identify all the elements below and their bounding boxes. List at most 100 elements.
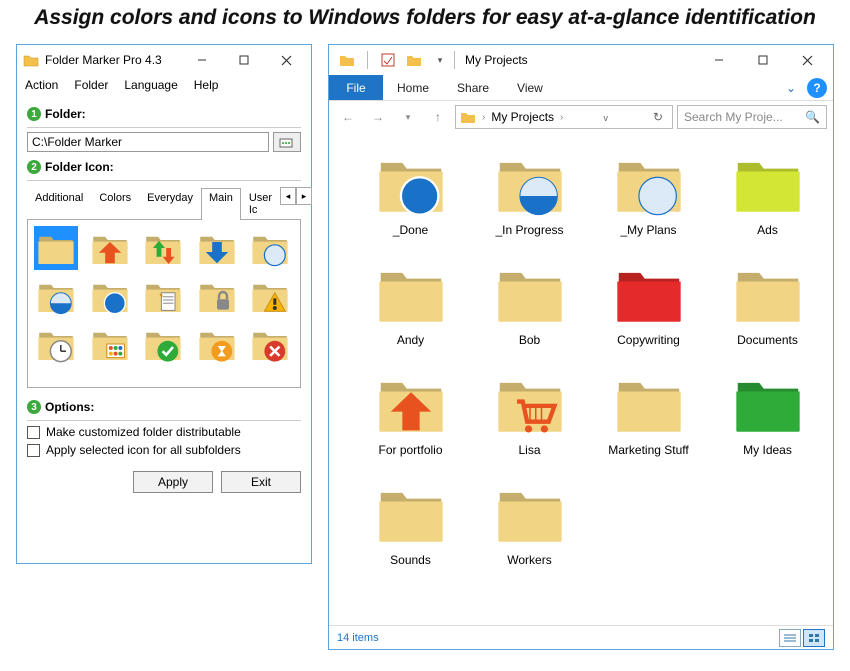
- search-input[interactable]: Search My Proje... 🔍: [677, 105, 827, 129]
- icon-choice-folder-lock[interactable]: [195, 274, 239, 318]
- folder-label: My Ideas: [743, 443, 792, 457]
- folder-item[interactable]: Bob: [472, 257, 587, 347]
- menu-help[interactable]: Help: [194, 78, 219, 92]
- step-2-badge: 2: [27, 160, 41, 174]
- checkbox[interactable]: [27, 444, 40, 457]
- browse-folder-button[interactable]: [273, 132, 301, 152]
- tab-scroll-left[interactable]: ◂: [280, 187, 296, 205]
- folder-path-input[interactable]: [27, 132, 269, 152]
- section-folder-text: Folder:: [45, 107, 86, 121]
- ribbon-file-tab[interactable]: File: [329, 75, 383, 100]
- folder-item[interactable]: Marketing Stuff: [591, 367, 706, 457]
- folder-item[interactable]: Documents: [710, 257, 825, 347]
- tab-main[interactable]: Main: [201, 188, 241, 220]
- folder-item[interactable]: Ads: [710, 147, 825, 237]
- folder-label: Lisa: [518, 443, 540, 457]
- icon-choice-folder-document[interactable]: [141, 274, 185, 318]
- exit-button[interactable]: Exit: [221, 471, 301, 493]
- section-folder-label: 1 Folder:: [27, 107, 301, 121]
- address-dropdown-icon[interactable]: v: [596, 110, 616, 124]
- status-item-count: 14 items: [337, 632, 379, 644]
- tab-user-icons[interactable]: User Ic: [241, 188, 280, 220]
- help-icon[interactable]: ?: [807, 78, 827, 98]
- explorer-content[interactable]: _Done _In Progress _My Plans Ads Andy Bo…: [329, 133, 833, 625]
- apply-button[interactable]: Apply: [133, 471, 213, 493]
- icon-choice-folder-deny[interactable]: [248, 322, 292, 366]
- folder-icon: [613, 147, 685, 219]
- close-button[interactable]: [785, 46, 829, 74]
- ribbon-home-tab[interactable]: Home: [383, 75, 443, 100]
- qat-new-folder-icon[interactable]: [404, 49, 424, 71]
- icon-choice-folder-down-arrow[interactable]: [195, 226, 239, 270]
- icon-choice-folder-hourglass[interactable]: [195, 322, 239, 366]
- ribbon-share-tab[interactable]: Share: [443, 75, 503, 100]
- address-bar[interactable]: › My Projects › v ↻: [455, 105, 673, 129]
- icon-choice-folder-dots[interactable]: [88, 322, 132, 366]
- section-icon-label: 2 Folder Icon:: [27, 160, 301, 174]
- folder-marker-appicon: [23, 52, 39, 68]
- tab-additional[interactable]: Additional: [27, 188, 91, 220]
- folder-item[interactable]: _In Progress: [472, 147, 587, 237]
- tab-colors[interactable]: Colors: [91, 188, 139, 220]
- ribbon-view-tab[interactable]: View: [503, 75, 557, 100]
- maximize-button[interactable]: [741, 46, 785, 74]
- folder-item[interactable]: _My Plans: [591, 147, 706, 237]
- menu-folder[interactable]: Folder: [74, 78, 108, 92]
- nav-forward-icon[interactable]: →: [365, 105, 391, 129]
- folder-label: Andy: [397, 333, 424, 347]
- icon-choice-plain-folder[interactable]: [34, 226, 78, 270]
- breadcrumb-sep-icon[interactable]: ›: [482, 112, 485, 123]
- refresh-icon[interactable]: ↻: [648, 110, 668, 124]
- nav-back-icon[interactable]: ←: [335, 105, 361, 129]
- step-3-badge: 3: [27, 400, 41, 414]
- icon-choice-folder-updown-arrow[interactable]: [141, 226, 185, 270]
- folder-icon: [494, 147, 566, 219]
- checkbox[interactable]: [27, 426, 40, 439]
- tab-everyday[interactable]: Everyday: [139, 188, 201, 220]
- ribbon-expand-icon[interactable]: ⌄: [781, 75, 801, 100]
- nav-history-icon[interactable]: ▾: [395, 105, 421, 129]
- view-details-icon[interactable]: [779, 629, 801, 647]
- folder-item[interactable]: Copywriting: [591, 257, 706, 347]
- folder-item[interactable]: Andy: [353, 257, 468, 347]
- qat-folder-icon[interactable]: [337, 49, 357, 71]
- icon-choice-folder-check[interactable]: [141, 322, 185, 366]
- minimize-button[interactable]: [697, 46, 741, 74]
- option-subfolders[interactable]: Apply selected icon for all subfolders: [27, 443, 301, 457]
- icon-choice-folder-pie-half[interactable]: [34, 274, 78, 318]
- close-button[interactable]: [265, 46, 307, 74]
- icon-choice-folder-pie-empty[interactable]: [248, 226, 292, 270]
- explorer-titlebar[interactable]: ▾ My Projects: [329, 45, 833, 75]
- folder-marker-window: Folder Marker Pro 4.3 Action Folder Lang…: [16, 44, 312, 564]
- icon-choice-folder-pie-full[interactable]: [88, 274, 132, 318]
- folder-item[interactable]: _Done: [353, 147, 468, 237]
- option-distributable[interactable]: Make customized folder distributable: [27, 425, 301, 439]
- section-options-label: 3 Options:: [27, 400, 301, 414]
- folder-icon: [732, 147, 804, 219]
- headline: Assign colors and icons to Windows folde…: [0, 0, 850, 44]
- nav-up-icon[interactable]: ↑: [425, 105, 451, 129]
- menu-language[interactable]: Language: [124, 78, 177, 92]
- maximize-button[interactable]: [223, 46, 265, 74]
- folder-item[interactable]: Lisa: [472, 367, 587, 457]
- option-distributable-label: Make customized folder distributable: [46, 425, 241, 439]
- fm-titlebar[interactable]: Folder Marker Pro 4.3: [17, 45, 311, 75]
- qat-properties-icon[interactable]: [378, 49, 398, 71]
- icon-choice-folder-warning[interactable]: [248, 274, 292, 318]
- folder-label: _In Progress: [495, 223, 563, 237]
- folder-item[interactable]: My Ideas: [710, 367, 825, 457]
- folder-item[interactable]: Sounds: [353, 477, 468, 567]
- folder-item[interactable]: For portfolio: [353, 367, 468, 457]
- breadcrumb-item[interactable]: My Projects: [491, 110, 554, 124]
- view-large-icons-icon[interactable]: [803, 629, 825, 647]
- minimize-button[interactable]: [181, 46, 223, 74]
- qat-dropdown[interactable]: ▾: [430, 49, 450, 71]
- menu-action[interactable]: Action: [25, 78, 58, 92]
- icon-choice-folder-up-arrow[interactable]: [88, 226, 132, 270]
- icon-choice-folder-clock[interactable]: [34, 322, 78, 366]
- folder-label: Bob: [519, 333, 540, 347]
- breadcrumb-sep-icon[interactable]: ›: [560, 112, 563, 123]
- nav-toolbar: ← → ▾ ↑ › My Projects › v ↻ Search My Pr…: [329, 101, 833, 133]
- tab-scroll-right[interactable]: ▸: [296, 187, 312, 205]
- folder-item[interactable]: Workers: [472, 477, 587, 567]
